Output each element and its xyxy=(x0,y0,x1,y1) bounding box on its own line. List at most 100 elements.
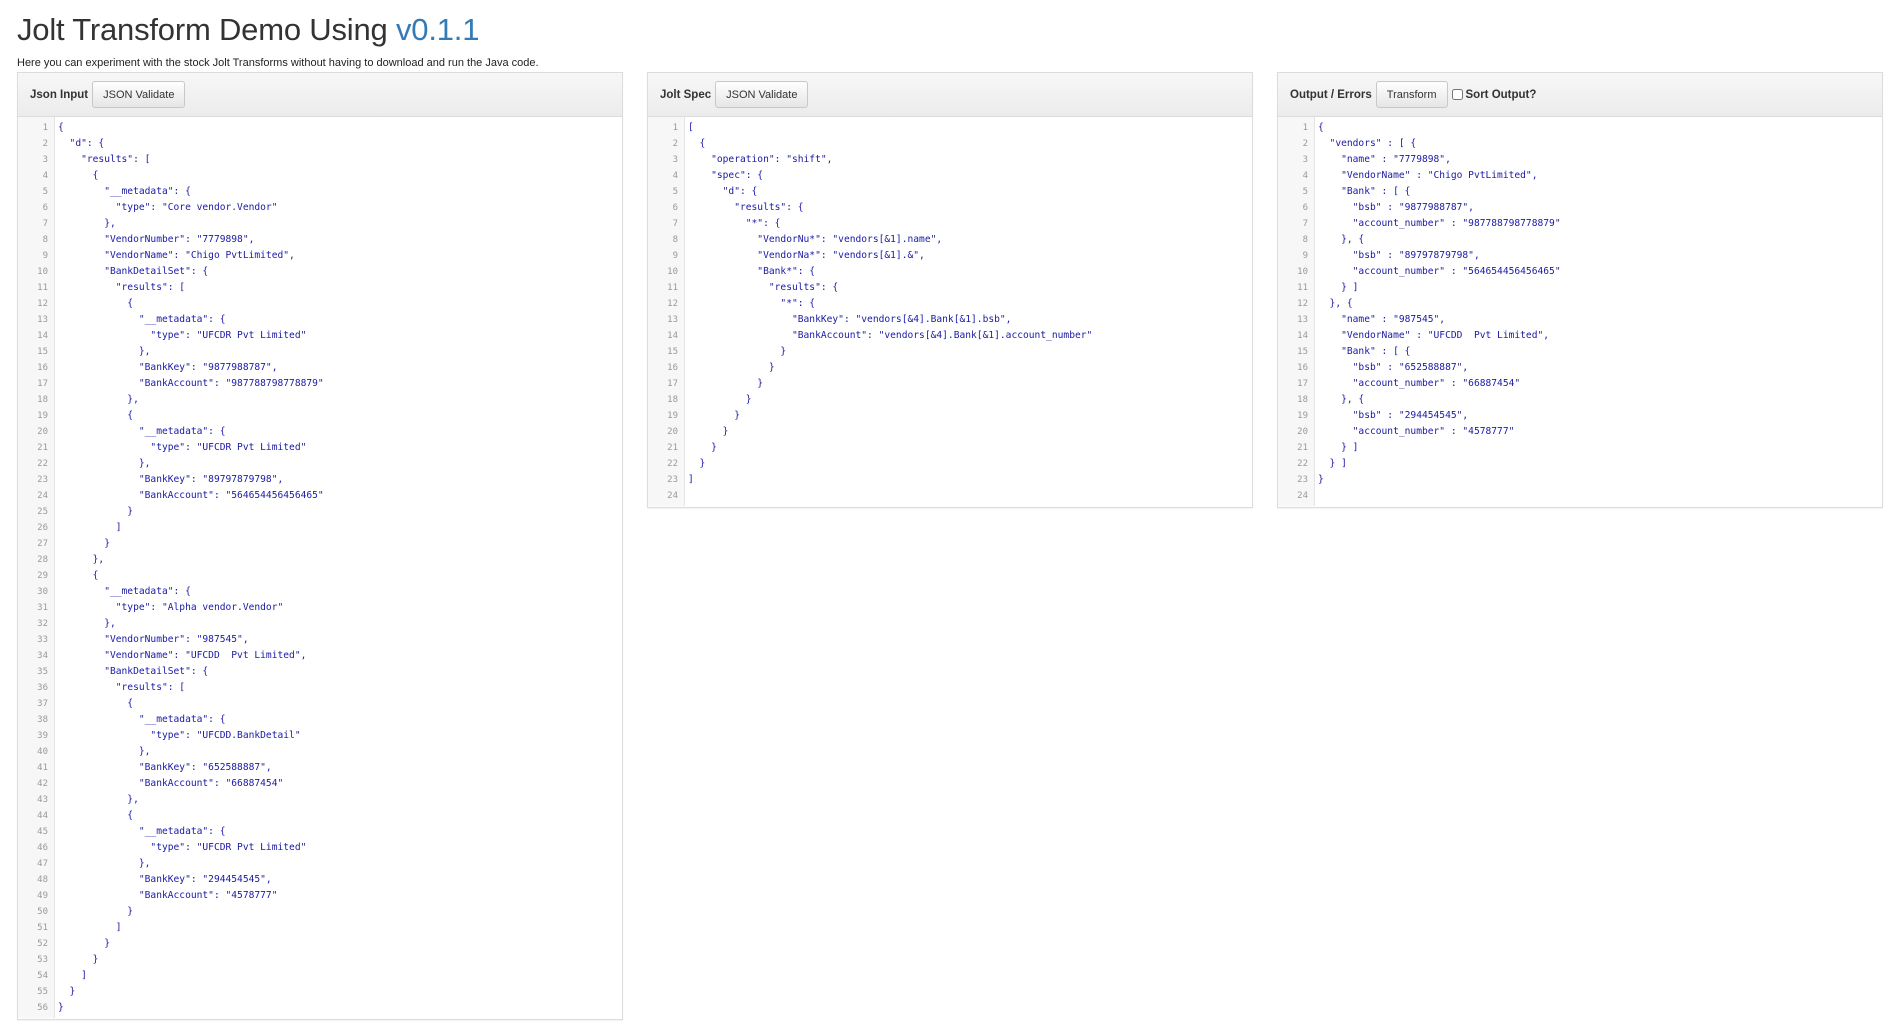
code-line: 20 "__metadata": { xyxy=(18,424,622,440)
code-text: } xyxy=(58,538,110,549)
code-text: { xyxy=(58,810,134,821)
code-line: 18 } xyxy=(648,392,1252,408)
code-text: "VendorName" : "Chigo PvtLimited", xyxy=(1318,170,1538,181)
code-line: 8 "VendorNumber": "7779898", xyxy=(18,232,622,248)
code-line: 13 "name" : "987545", xyxy=(1278,312,1882,328)
code-line: 11 "results": { xyxy=(648,280,1252,296)
code-text: }, xyxy=(58,458,151,469)
code-line: 15 }, xyxy=(18,344,622,360)
code-line: 2 "vendors" : [ { xyxy=(1278,136,1882,152)
code-text: "type": "Alpha vendor.Vendor" xyxy=(58,602,284,613)
line-number: 13 xyxy=(37,315,48,325)
code-text: }, xyxy=(58,346,151,357)
transform-button[interactable]: Transform xyxy=(1375,81,1448,108)
line-number: 16 xyxy=(37,363,48,373)
line-number: 43 xyxy=(37,795,48,805)
code-line: 51 ] xyxy=(18,920,622,936)
code-line: 1{ xyxy=(1278,120,1882,136)
line-number: 6 xyxy=(1302,203,1308,213)
line-number: 3 xyxy=(672,155,678,165)
line-number: 20 xyxy=(667,427,678,437)
code-text: { xyxy=(58,698,134,709)
code-text: } xyxy=(688,426,729,437)
code-text: "account_number" : "4578777" xyxy=(1318,426,1515,437)
code-text: "BankAccount": "66887454" xyxy=(58,778,284,789)
line-number: 5 xyxy=(672,187,678,197)
code-line: 16 } xyxy=(648,360,1252,376)
code-line: 19 } xyxy=(648,408,1252,424)
code-line: 7 }, xyxy=(18,216,622,232)
code-text: "BankKey": "652588887", xyxy=(58,762,272,773)
code-text: } xyxy=(58,906,134,917)
code-line: 56} xyxy=(18,1000,622,1016)
line-number: 22 xyxy=(667,459,678,469)
code-text: "name" : "987545", xyxy=(1318,314,1446,325)
line-number: 24 xyxy=(1297,491,1308,501)
code-text: "BankAccount": "987788798778879" xyxy=(58,378,324,389)
code-line: 2 "d": { xyxy=(18,136,622,152)
line-number: 55 xyxy=(37,987,48,997)
line-number: 26 xyxy=(37,523,48,533)
line-number: 4 xyxy=(672,171,678,181)
code-text: }, xyxy=(58,394,139,405)
code-line: 12 { xyxy=(18,296,622,312)
code-text: "results": { xyxy=(688,282,839,293)
line-number: 46 xyxy=(37,843,48,853)
output-editor[interactable]: 1{2 "vendors" : [ {3 "name" : "7779898",… xyxy=(1278,117,1882,506)
sort-output-toggle[interactable]: Sort Output? xyxy=(1451,89,1536,101)
line-number: 38 xyxy=(37,715,48,725)
line-number: 10 xyxy=(37,267,48,277)
line-number: 10 xyxy=(667,267,678,277)
code-line: 4 { xyxy=(18,168,622,184)
code-text: } xyxy=(58,938,110,949)
line-number: 21 xyxy=(1297,443,1308,453)
code-text: "bsb" : "652588887", xyxy=(1318,362,1469,373)
code-line: 5 "__metadata": { xyxy=(18,184,622,200)
code-line: 23] xyxy=(648,472,1252,488)
jolt-spec-editor[interactable]: 1[2 {3 "operation": "shift", 4 "spec": {5… xyxy=(648,117,1252,506)
code-text: "BankKey": "9877988787", xyxy=(58,362,278,373)
line-number: 2 xyxy=(42,139,48,149)
code-text: "results": [ xyxy=(58,682,186,693)
code-text: "*": { xyxy=(688,218,781,229)
line-number: 19 xyxy=(667,411,678,421)
code-line: 18 }, { xyxy=(1278,392,1882,408)
code-line: 8 "VendorNu*": "vendors[&1].name", xyxy=(648,232,1252,248)
code-line: 3 "name" : "7779898", xyxy=(1278,152,1882,168)
line-number: 9 xyxy=(1302,251,1308,261)
code-line: 14 "VendorName" : "UFCDD Pvt Limited", xyxy=(1278,328,1882,344)
code-line: 15 "Bank" : [ { xyxy=(1278,344,1882,360)
jolt-spec-validate-button[interactable]: JSON Validate xyxy=(715,81,809,108)
version-label: v0.1.1 xyxy=(395,12,480,47)
line-number: 7 xyxy=(672,219,678,229)
json-input-editor[interactable]: 1{2 "d": {3 "results": [4 {5 "__metadata… xyxy=(18,117,622,1018)
json-input-validate-button[interactable]: JSON Validate xyxy=(92,81,186,108)
code-line: 38 "__metadata": { xyxy=(18,712,622,728)
code-line: 40 }, xyxy=(18,744,622,760)
json-input-panel-header: Json Input JSON Validate xyxy=(18,73,622,117)
code-text: } xyxy=(688,362,775,373)
line-number: 3 xyxy=(42,155,48,165)
code-text: "__metadata": { xyxy=(58,586,191,597)
code-line: 36 "results": [ xyxy=(18,680,622,696)
line-number: 20 xyxy=(37,427,48,437)
code-text: }, xyxy=(58,618,116,629)
code-text: }, xyxy=(58,554,105,565)
line-number: 50 xyxy=(37,907,48,917)
code-text: { xyxy=(58,570,99,581)
code-line: 52 } xyxy=(18,936,622,952)
code-text: "type": "UFCDR Pvt Limited" xyxy=(58,842,307,853)
line-number: 9 xyxy=(672,251,678,261)
code-text: "results": { xyxy=(688,202,804,213)
line-number: 2 xyxy=(672,139,678,149)
code-line: 16 "BankKey": "9877988787", xyxy=(18,360,622,376)
code-text: "type": "UFCDD.BankDetail" xyxy=(58,730,301,741)
line-number: 12 xyxy=(667,299,678,309)
code-text: "results": [ xyxy=(58,282,186,293)
code-line: 50 } xyxy=(18,904,622,920)
line-number: 17 xyxy=(1297,379,1308,389)
code-line: 41 "BankKey": "652588887", xyxy=(18,760,622,776)
sort-output-checkbox[interactable] xyxy=(1451,89,1463,100)
line-number: 12 xyxy=(1297,299,1308,309)
code-text: { xyxy=(1318,122,1324,133)
